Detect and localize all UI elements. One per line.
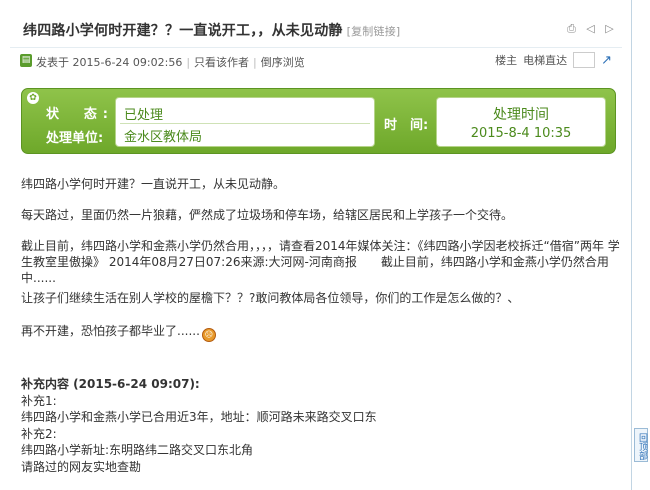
- time-value-box: 处理时间 2015-8-4 10:35: [436, 97, 606, 147]
- floor-number-input[interactable]: [573, 52, 596, 68]
- post-paragraph-text: 再不开建，恐怕孩子都毕业了......: [21, 324, 200, 338]
- next-thread-icon[interactable]: ▷: [603, 22, 616, 35]
- meta-divider: |: [186, 56, 191, 69]
- reverse-view-link[interactable]: 倒序浏览: [261, 56, 305, 69]
- thread-title-text: 纬四路小学何时开建？？一直说开工，，从未见动静: [23, 23, 343, 39]
- post-meta-bar: ▤ 发表于 2015-6-24 09:02:56 | 只看该作者 | 倒序浏览 楼主 电…: [10, 50, 622, 72]
- meta-divider: |: [253, 56, 257, 69]
- prev-thread-icon[interactable]: ◁: [584, 22, 597, 35]
- thread-container: 纬四路小学何时开建？？一直说开工，，从未见动静 [复制链接] ⎙ ◁ ▷ ▤ 发表…: [0, 0, 632, 490]
- supplement-heading: 补充内容 (2015-6-24 09:07):: [21, 377, 200, 391]
- supplement-label: 补充2:: [21, 426, 57, 441]
- status-value: 已处理: [124, 108, 164, 123]
- status-value-box: 已处理 金水区教体局: [115, 97, 375, 147]
- supplement-text: 纬四路小学和金燕小学已合用近3年，地址：顺河路未来路交叉口东: [21, 410, 377, 424]
- go-floor-icon[interactable]: ↗: [601, 53, 612, 68]
- copy-link[interactable]: [复制链接]: [347, 25, 401, 38]
- time-label: 时 间:: [384, 118, 429, 133]
- time-title: 处理时间: [493, 107, 549, 123]
- time-value: 2015-8-4 10:35: [470, 126, 572, 141]
- title-icons: ⎙ ◁ ▷: [565, 22, 616, 35]
- supplement-text: 请路过的网友实地查勘: [21, 459, 142, 474]
- thread-title: 纬四路小学何时开建？？一直说开工，，从未见动静 [复制链接]: [23, 20, 400, 40]
- post-meta: 发表于 2015-6-24 09:02:56 | 只看该作者 | 倒序浏览: [36, 54, 305, 70]
- post-paragraph: 每天路过，里面仍然一片狼藉，俨然成了垃圾场和停车场，给辖区居民和上学孩子一个交待…: [21, 208, 514, 222]
- post-paragraph: 纬四路小学何时开建？一直说开工，从未见动静。: [21, 177, 286, 191]
- status-panel: ✿ 状 态: 处理单位: 已处理 金水区教体局 时 间: 处理时间 2015-8…: [21, 88, 616, 154]
- floor-tools: 楼主 电梯直达 ↗: [495, 52, 612, 68]
- supplement-block: 补充内容 (2015-6-24 09:07): 补充1: 纬四路小学和金燕小学已…: [21, 376, 621, 475]
- angry-emoji-icon: ☹: [201, 328, 216, 342]
- post-paragraph: 让孩子们继续生活在别人学校的屋檐下？？?敢问教体局各位领导，你们的工作是怎么做的…: [21, 291, 520, 305]
- gear-icon: ✿: [27, 92, 39, 104]
- floor-label: 楼主: [495, 54, 518, 67]
- post-paragraph-last: 再不开建，恐怕孩子都毕业了...... ☹: [21, 323, 621, 342]
- post-author-icon: ▤: [20, 54, 32, 67]
- back-to-top-button[interactable]: 回顶部: [634, 428, 648, 462]
- supplement-label: 补充1:: [21, 393, 57, 408]
- unit-label: 处理单位:: [46, 131, 104, 146]
- only-author-link[interactable]: 只看该作者: [194, 56, 249, 69]
- elevator-label: 电梯直达: [523, 54, 568, 67]
- status-label: 状 态:: [46, 107, 108, 122]
- post-paragraph: 截止目前，纬四路小学和金燕小学仍然合用，，，，请查看2014年媒体关注：《纬四路…: [21, 239, 620, 285]
- post-time: 发表于 2015-6-24 09:02:56: [36, 56, 183, 69]
- unit-value: 金水区教体局: [124, 130, 203, 145]
- value-divider: [120, 123, 370, 124]
- print-icon[interactable]: ⎙: [565, 22, 578, 35]
- supplement-text: 纬四路小学新址:东明路纬二路交叉口东北角: [21, 443, 254, 457]
- thread-title-bar: 纬四路小学何时开建？？一直说开工，，从未见动静 [复制链接] ⎙ ◁ ▷: [10, 12, 622, 48]
